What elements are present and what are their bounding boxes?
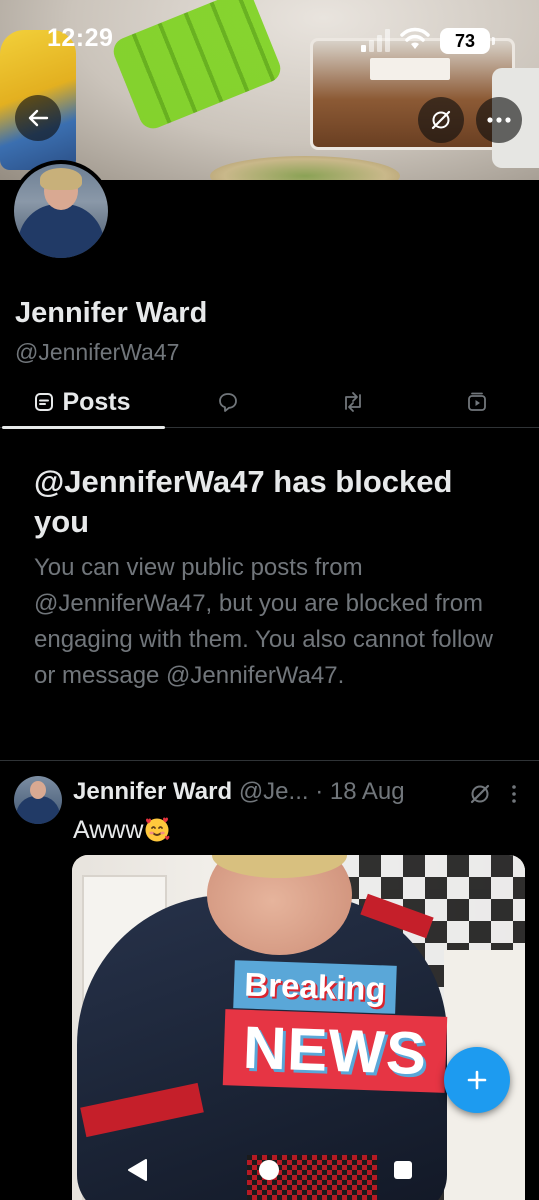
breaking-news-sticker-line2: NEWS — [222, 1009, 448, 1093]
media-icon — [468, 392, 486, 411]
post-header[interactable]: Jennifer Ward @Je... · 18 Aug — [73, 778, 405, 806]
post-avatar-body — [16, 796, 60, 824]
post-text-content: Awww — [73, 816, 144, 844]
blocked-notice-body: You can view public posts from @Jennifer… — [34, 554, 493, 689]
tab-reposts[interactable] — [320, 376, 386, 428]
tab-active-indicator — [2, 426, 165, 429]
avatar-image — [14, 164, 108, 258]
posts-icon — [35, 393, 54, 411]
grok-icon — [431, 110, 451, 130]
battery-icon: 73 — [440, 28, 495, 54]
blocked-notice: @JenniferWa47 has blocked you You can vi… — [34, 462, 514, 694]
profile-handle: @JenniferWa47 — [15, 339, 180, 365]
avatar-body — [18, 204, 104, 258]
post-date[interactable]: 18 Aug — [330, 778, 405, 805]
compose-button[interactable] — [444, 1047, 510, 1113]
tab-posts[interactable]: Posts — [0, 376, 165, 429]
post-author-name[interactable]: Jennifer Ward — [73, 778, 232, 805]
arrow-left-icon — [28, 109, 49, 127]
divider — [0, 760, 539, 761]
reply-bubble-icon — [219, 393, 237, 412]
more-horizontal-icon — [487, 117, 511, 123]
post-author-avatar[interactable] — [14, 776, 62, 824]
nav-recents-icon[interactable] — [394, 1161, 412, 1179]
back-button[interactable] — [15, 95, 61, 141]
post-text: Awww — [73, 815, 171, 845]
profile-name: Jennifer Ward — [15, 297, 208, 329]
smiling-face-with-hearts-icon — [145, 817, 170, 842]
post-separator: · — [315, 778, 324, 805]
status-bar: 12:29 73 — [0, 0, 539, 80]
profile-avatar[interactable] — [10, 160, 112, 262]
breaking-news-sticker-line1: Breaking — [233, 960, 397, 1014]
blocked-notice-title: @JenniferWa47 has blocked you — [34, 464, 453, 539]
plus-icon — [467, 1070, 487, 1090]
nav-home-icon[interactable] — [259, 1160, 279, 1180]
more-options-button[interactable] — [476, 97, 522, 143]
tab-replies[interactable] — [195, 376, 261, 428]
tab-posts-label: Posts — [62, 387, 131, 416]
post-more-icon[interactable] — [506, 782, 522, 806]
status-time: 12:29 — [47, 24, 114, 52]
signal-icon — [361, 29, 390, 52]
nav-back-icon[interactable] — [126, 1158, 148, 1182]
avatar-hair — [40, 168, 82, 190]
tab-media[interactable] — [444, 376, 510, 428]
wifi-icon — [400, 27, 430, 49]
grok-button[interactable] — [418, 97, 464, 143]
repost-icon — [345, 392, 361, 412]
post-author-handle[interactable]: @Je... — [239, 778, 309, 805]
post-grok-icon[interactable] — [468, 782, 492, 806]
profile-tabs: Posts — [0, 376, 539, 429]
post-avatar-face — [30, 781, 46, 799]
